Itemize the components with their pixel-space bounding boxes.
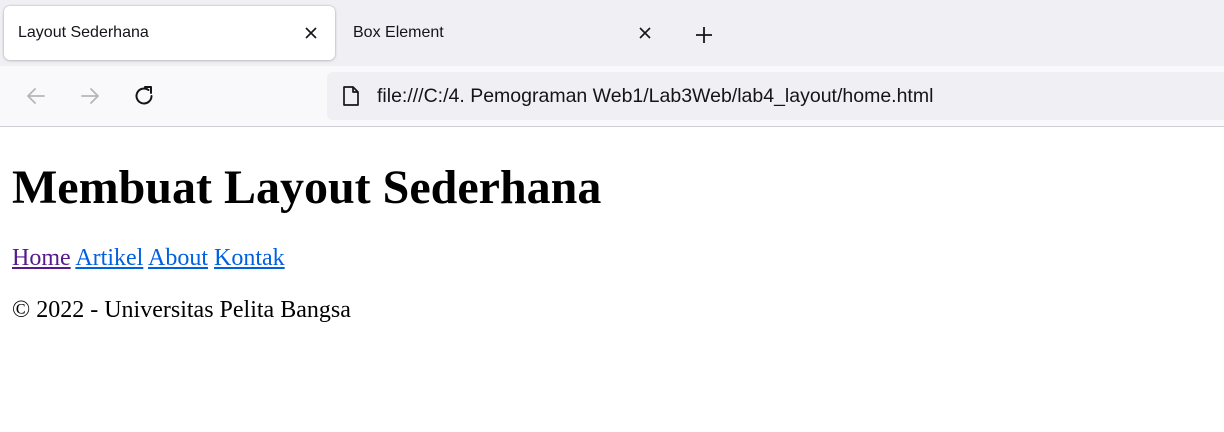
tab-box-element[interactable]: Box Element <box>339 6 669 60</box>
url-text[interactable]: file:///C:/4. Pemograman Web1/Lab3Web/la… <box>377 85 933 108</box>
nav-link-home[interactable]: Home <box>12 245 71 271</box>
nav-link-kontak[interactable]: Kontak <box>214 245 285 271</box>
tab-strip: Layout Sederhana Box Element <box>0 0 1224 66</box>
close-tab-icon[interactable] <box>301 23 321 43</box>
page-title: Membuat Layout Sederhana <box>12 161 602 214</box>
tab-layout-sederhana[interactable]: Layout Sederhana <box>4 6 335 60</box>
main-nav: Home Artikel About Kontak <box>12 245 285 272</box>
reload-icon[interactable] <box>129 81 159 111</box>
footer-text: © 2022 - Universitas Pelita Bangsa <box>12 297 351 323</box>
nav-link-about[interactable]: About <box>148 245 208 271</box>
close-tab-icon[interactable] <box>635 23 655 43</box>
nav-toolbar: file:///C:/4. Pemograman Web1/Lab3Web/la… <box>0 66 1224 127</box>
tab-label: Layout Sederhana <box>18 24 149 41</box>
url-bar[interactable]: file:///C:/4. Pemograman Web1/Lab3Web/la… <box>327 72 1224 120</box>
document-icon <box>341 85 361 112</box>
arrow-right-icon[interactable] <box>75 81 105 111</box>
plus-icon[interactable] <box>690 21 718 49</box>
tab-label: Box Element <box>353 24 444 41</box>
arrow-left-icon[interactable] <box>21 81 51 111</box>
nav-link-artikel[interactable]: Artikel <box>75 245 143 271</box>
